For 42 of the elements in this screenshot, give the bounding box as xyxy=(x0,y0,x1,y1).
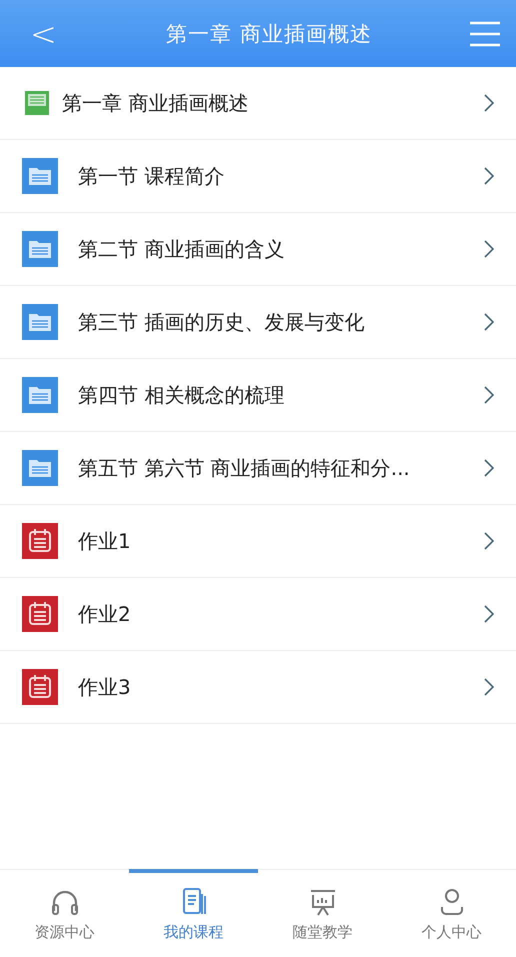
tab[interactable]: 个人中心 xyxy=(387,869,516,957)
menu-icon[interactable] xyxy=(468,20,502,46)
chevron-icon xyxy=(484,94,494,112)
list-item[interactable]: 作业1 xyxy=(0,505,516,578)
tab[interactable]: 随堂教学 xyxy=(258,869,387,957)
item-label: 作业2 xyxy=(78,600,132,628)
chevron-icon xyxy=(484,605,494,623)
list-item[interactable]: 第三节 插画的历史、发展与变化 xyxy=(0,286,516,359)
chevron-icon xyxy=(484,386,494,404)
item-label: 第二节 商业插画的含义 xyxy=(78,236,286,262)
calendar-icon xyxy=(22,596,58,632)
calendar-icon xyxy=(22,523,58,559)
document-icon xyxy=(24,90,50,116)
page-title: 第一章 商业插画概述 xyxy=(165,20,373,48)
item-label: 作业3 xyxy=(78,674,132,700)
folder-icon xyxy=(22,304,58,340)
chevron-icon xyxy=(484,167,494,185)
list-item[interactable]: 第一节 课程简介 xyxy=(0,140,516,213)
folder-icon xyxy=(22,231,58,267)
chevron-icon xyxy=(484,313,494,331)
chevron-icon xyxy=(484,532,494,550)
list-item[interactable]: 作业2 xyxy=(0,578,516,651)
list-item[interactable]: 第一章 商业插画概述 xyxy=(0,67,516,140)
chevron-icon xyxy=(484,459,494,477)
item-label: 第五节 第六节 商业插画的特征和分... xyxy=(78,454,411,482)
list-item[interactable]: 作业3 xyxy=(0,651,516,724)
chevron-icon xyxy=(484,240,494,258)
tab[interactable]: 资源中心 xyxy=(0,869,129,957)
item-label: 作业1 xyxy=(78,528,132,554)
item-label: 第一节 课程简介 xyxy=(78,162,226,190)
tab[interactable]: 我的课程 xyxy=(129,869,258,957)
item-label: 第一章 商业插画概述 xyxy=(62,90,250,116)
chevron-icon xyxy=(484,678,494,696)
calendar-icon xyxy=(22,669,58,705)
list-item[interactable]: 第五节 第六节 商业插画的特征和分... xyxy=(0,432,516,505)
folder-icon xyxy=(22,377,58,413)
folder-icon xyxy=(22,450,58,486)
list-item[interactable]: 第二节 商业插画的含义 xyxy=(0,213,516,286)
item-label: 第三节 插画的历史、发展与变化 xyxy=(78,308,366,336)
folder-icon xyxy=(22,158,58,194)
list-item[interactable]: 第四节 相关概念的梳理 xyxy=(0,359,516,432)
item-label: 第四节 相关概念的梳理 xyxy=(78,382,286,408)
